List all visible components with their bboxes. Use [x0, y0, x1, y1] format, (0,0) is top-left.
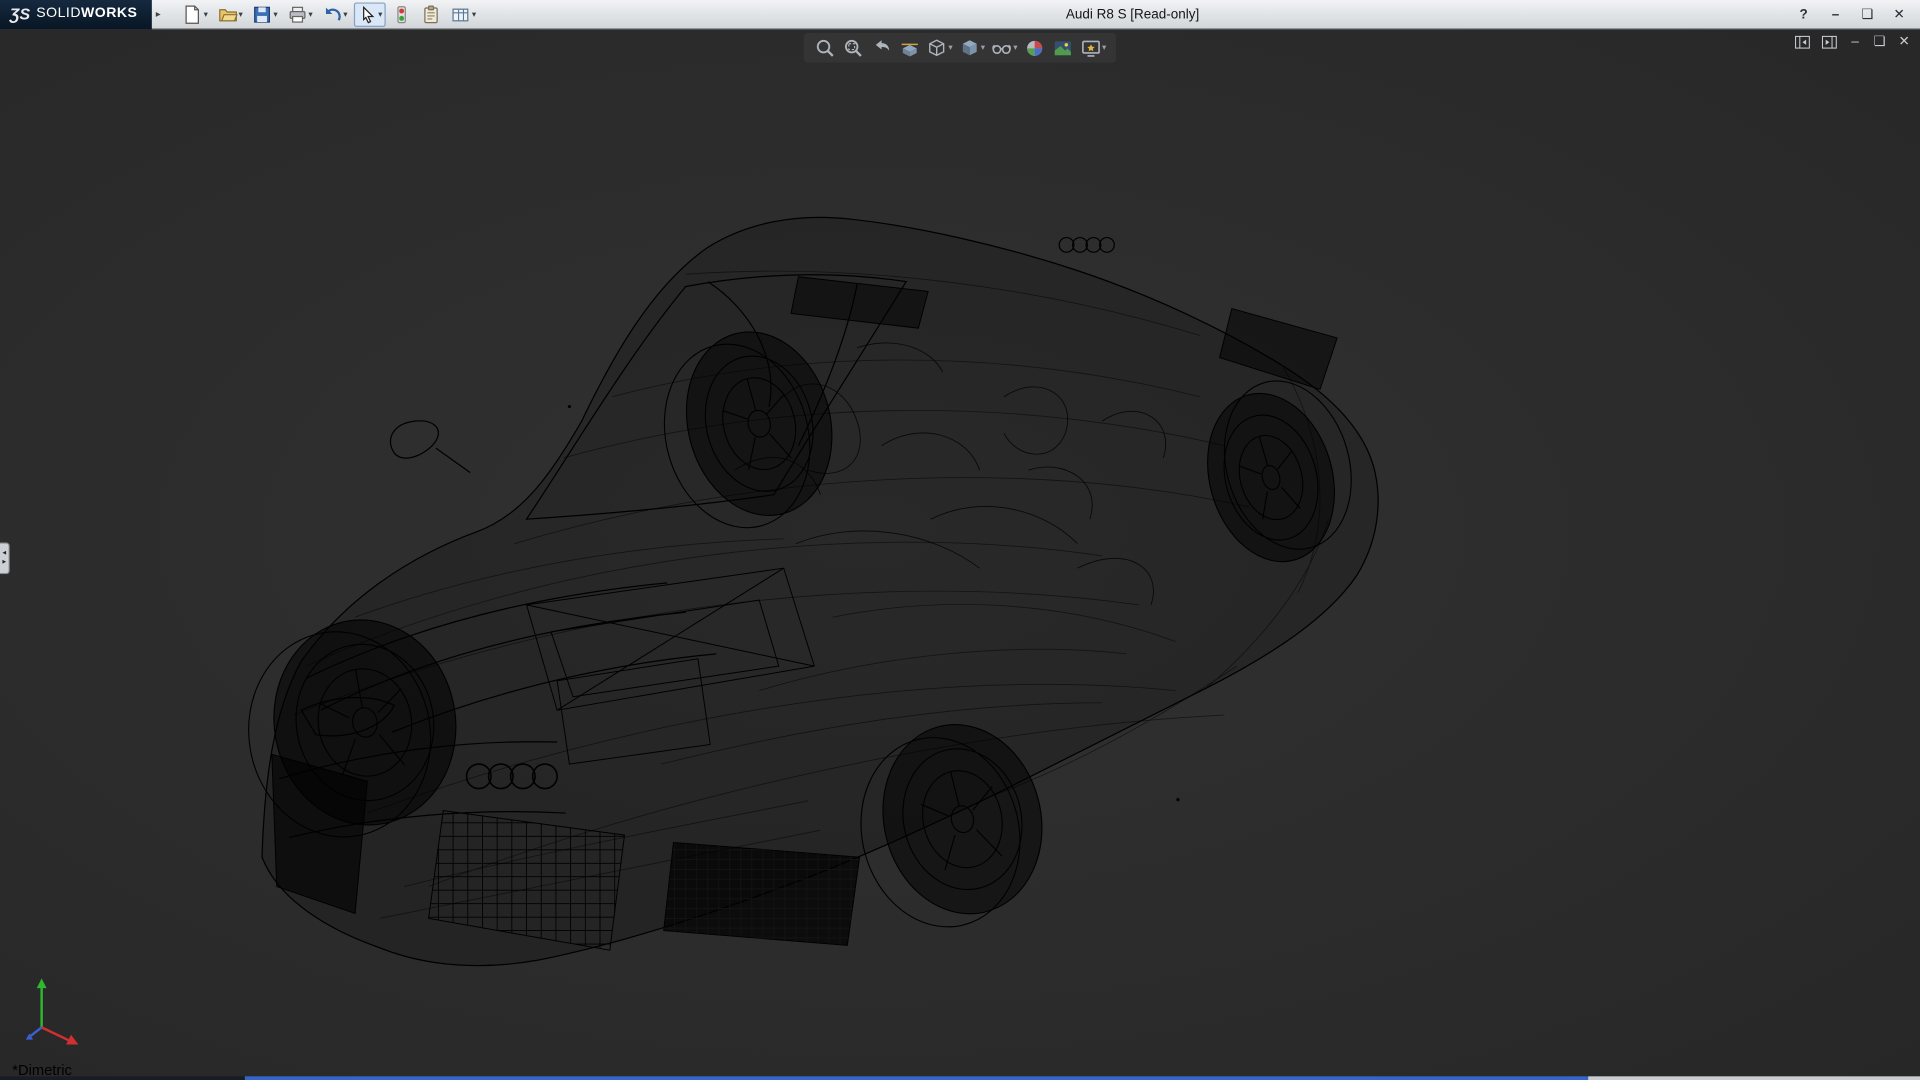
viewport-window-controls: –❏ ✕	[1794, 34, 1912, 50]
car-body	[262, 217, 1378, 965]
icon-glyph	[218, 4, 238, 24]
save-icon[interactable]: ▾	[249, 2, 281, 26]
dropdown-arrow-icon[interactable]: ▾	[273, 9, 277, 19]
view-orientation-label: *Dimetric	[12, 1062, 72, 1077]
triad-y-arrow	[37, 978, 47, 988]
help-icon[interactable]: ?	[1795, 7, 1812, 22]
icon-glyph	[1024, 37, 1045, 58]
icon-glyph	[183, 4, 203, 24]
splitter-left-arrow-icon[interactable]: ◄	[1, 550, 7, 559]
ds-logo-mark: ƷS	[10, 6, 30, 22]
orientation-triad	[15, 976, 84, 1049]
taskbar-segment-blue[interactable]	[245, 1076, 1588, 1080]
solidworks-window: ƷS SOLIDWORKS ▸ ▾ ▾ ▾ ▾ ▾ ▾ ▾ Audi R8 S [Read-…	[0, 0, 1920, 1080]
icon-glyph	[1080, 37, 1101, 58]
dropdown-arrow-icon[interactable]: ▾	[238, 9, 242, 19]
icon-glyph	[288, 4, 308, 24]
window-title: Audi R8 S [Read-only]	[480, 7, 1785, 22]
icon-glyph	[1821, 34, 1838, 50]
icon-glyph	[451, 4, 471, 24]
display-style-icon[interactable]: ▾	[958, 36, 987, 60]
minimize-window-icon[interactable]: –	[1827, 7, 1844, 22]
undo-icon[interactable]: ▾	[319, 2, 351, 26]
audi-rings-rear	[1059, 238, 1114, 253]
taskbar-sliver[interactable]	[0, 1076, 1920, 1080]
titlebar-controls: ?–❏ ✕	[1795, 6, 1908, 22]
triad-x-axis	[42, 1027, 70, 1040]
logo-text-works: WORKS	[81, 6, 137, 21]
splitter-right-arrow-icon[interactable]: ►	[1, 558, 7, 567]
icon-glyph	[392, 4, 412, 24]
dropdown-arrow-icon[interactable]: ▾	[1013, 43, 1017, 53]
pane-toggle-right-icon[interactable]	[1821, 34, 1838, 50]
taskbar-segment-light[interactable]	[1588, 1076, 1920, 1080]
dropdown-arrow-icon[interactable]: ▾	[981, 43, 985, 53]
icon-glyph	[991, 37, 1012, 58]
options-icon[interactable]: ▾	[447, 2, 479, 26]
solidworks-logo-text: SOLIDWORKS	[36, 7, 137, 21]
panel-splitter-tab[interactable]: ◄ ►	[0, 542, 10, 574]
icon-glyph	[959, 37, 980, 58]
graphics-viewport[interactable]: ▾ ▾ ▾ ▾ –❏ ✕ ◄ ► *Dimetric	[0, 29, 1920, 1076]
maximize-window-icon[interactable]: ❏	[1859, 6, 1876, 22]
minimize-doc-icon[interactable]: –	[1848, 36, 1863, 49]
dropdown-arrow-icon[interactable]: ▾	[308, 9, 312, 19]
select-icon[interactable]: ▾	[354, 2, 386, 26]
icon-glyph	[322, 4, 342, 24]
taskbar-segment-dark[interactable]	[0, 1076, 245, 1080]
apply-scene-icon[interactable]	[1051, 36, 1075, 60]
new-document-icon[interactable]: ▾	[179, 2, 211, 26]
sketch-clipboard-icon[interactable]	[418, 2, 445, 26]
titlebar: ƷS SOLIDWORKS ▸ ▾ ▾ ▾ ▾ ▾ ▾ ▾ Audi R8 S [Read-…	[0, 0, 1920, 29]
dropdown-arrow-icon[interactable]: ▾	[343, 9, 347, 19]
solidworks-logo: ƷS SOLIDWORKS	[0, 0, 152, 29]
logo-text-solid: SOLID	[36, 6, 81, 21]
dropdown-arrow-icon[interactable]: ▾	[378, 9, 382, 19]
car-wireframe-model	[0, 29, 1920, 1076]
appearance-swatch-icon[interactable]	[389, 2, 416, 26]
main-toolbar: ▾ ▾ ▾ ▾ ▾ ▾ ▾	[179, 2, 480, 26]
view-orientation-icon[interactable]: ▾	[925, 36, 954, 60]
triad-z-axis	[31, 1027, 42, 1036]
icon-glyph	[1794, 34, 1811, 50]
zoom-area-icon[interactable]	[841, 36, 865, 60]
icon-glyph	[357, 4, 377, 24]
icon-glyph	[422, 4, 442, 24]
dropdown-arrow-icon[interactable]: ▾	[948, 43, 952, 53]
view-settings-icon[interactable]: ▾	[1079, 36, 1108, 60]
previous-view-icon[interactable]	[869, 36, 893, 60]
icon-glyph	[814, 37, 835, 58]
headsup-view-toolbar: ▾ ▾ ▾ ▾	[804, 33, 1116, 62]
zoom-fit-icon[interactable]	[812, 36, 836, 60]
open-icon[interactable]: ▾	[214, 2, 246, 26]
dropdown-arrow-icon[interactable]: ▾	[472, 9, 476, 19]
close-doc-icon[interactable]: ✕	[1897, 36, 1912, 49]
icon-glyph	[1052, 37, 1073, 58]
print-icon[interactable]: ▾	[284, 2, 316, 26]
icon-glyph	[899, 37, 920, 58]
toolbar-overflow-arrow-icon[interactable]: ▸	[156, 9, 161, 20]
close-window-icon[interactable]: ✕	[1891, 6, 1908, 22]
icon-glyph	[871, 37, 892, 58]
icon-glyph	[842, 37, 863, 58]
hide-show-items-icon[interactable]: ▾	[990, 36, 1019, 60]
icon-glyph	[253, 4, 273, 24]
pane-toggle-left-icon[interactable]	[1794, 34, 1811, 50]
icon-glyph	[926, 37, 947, 58]
dropdown-arrow-icon[interactable]: ▾	[204, 9, 208, 19]
edit-appearance-icon[interactable]	[1022, 36, 1046, 60]
section-view-icon[interactable]	[897, 36, 921, 60]
dropdown-arrow-icon[interactable]: ▾	[1102, 43, 1106, 53]
restore-doc-icon[interactable]: ❏	[1872, 36, 1887, 49]
